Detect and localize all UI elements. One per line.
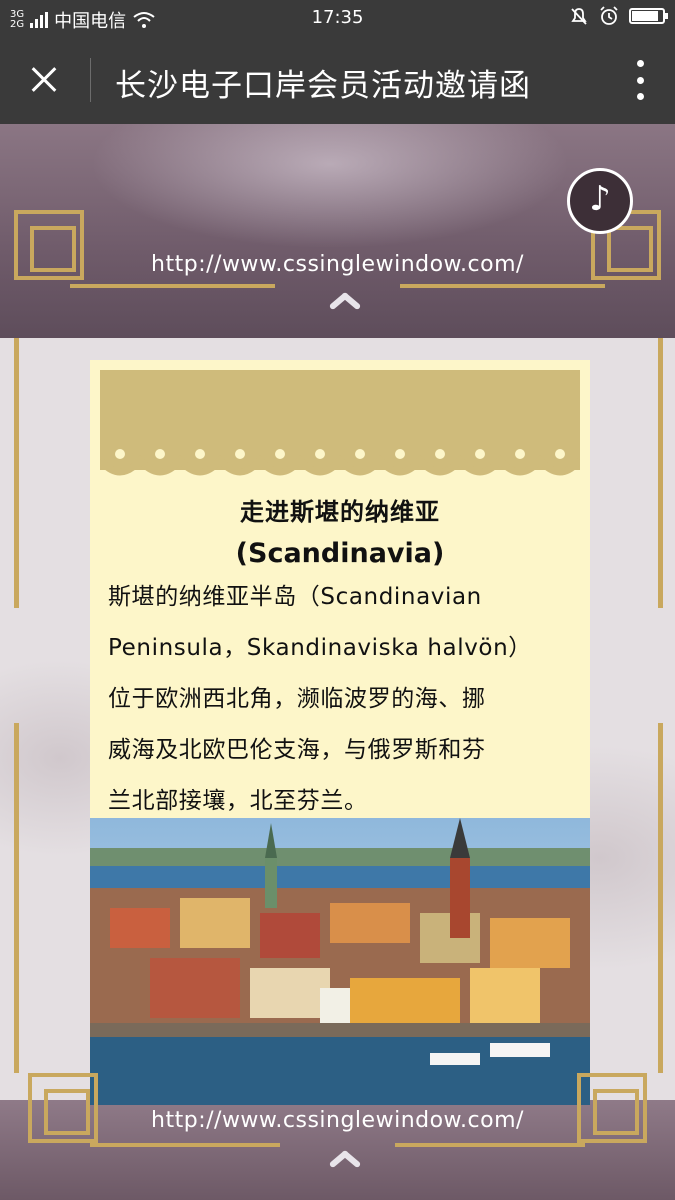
gold-bar-left-bottom (14, 723, 19, 1073)
gold-rule-left (70, 284, 275, 288)
website-url: http://www.cssinglewindow.com/ (151, 252, 524, 277)
close-icon[interactable] (22, 58, 66, 102)
music-toggle-icon[interactable]: ♪ (567, 168, 633, 234)
alarm-icon (600, 6, 618, 25)
card-body: 斯堪的纳维亚半岛（Scandinavian Peninsula，Skandina… (108, 572, 578, 827)
previous-page-panel[interactable]: ♪ http://www.cssinglewindow.com/ (0, 124, 675, 338)
cloud-pattern-ornament (100, 440, 580, 476)
gold-rule-bottom-left (90, 1143, 280, 1147)
chevron-up-icon[interactable] (328, 1148, 362, 1172)
stockholm-photo (90, 818, 590, 1105)
footer-url: http://www.cssinglewindow.com/ (151, 1108, 524, 1133)
gold-bar-left-top (14, 338, 19, 608)
gold-bar-right-bottom (658, 723, 663, 1073)
card-subtitle: (Scandinavia) (235, 538, 445, 569)
card-title: 走进斯堪的纳维亚 (240, 498, 440, 526)
status-right (569, 6, 668, 26)
silent-bell-icon (571, 8, 587, 25)
gold-rule-bottom-right (395, 1143, 585, 1147)
body-line: 斯堪的纳维亚半岛（Scandinavian (108, 584, 482, 610)
gold-bar-right-top (658, 338, 663, 608)
title-divider (90, 58, 91, 102)
status-bar: 3G 2G 中国电信 17:35 (0, 0, 675, 36)
content-card: 走进斯堪的纳维亚 (Scandinavia) 斯堪的纳维亚半岛（Scandina… (90, 360, 590, 1105)
chevron-up-icon[interactable] (328, 290, 362, 314)
body-line: 位于欧洲西北角，濒临波罗的海、挪 (108, 686, 486, 712)
body-line: Peninsula，Skandinaviska halvön） (108, 635, 532, 661)
body-line: 威海及北欧巴伦支海，与俄罗斯和芬 (108, 737, 486, 763)
title-bar: 长沙电子口岸会员活动邀请函 (0, 36, 675, 124)
gold-rule-right (400, 284, 605, 288)
battery-icon (629, 8, 668, 24)
more-options-icon[interactable] (635, 60, 645, 100)
battery-level (632, 11, 658, 21)
page-title: 长沙电子口岸会员活动邀请函 (115, 68, 531, 104)
invitation-page: 走进斯堪的纳维亚 (Scandinavia) 斯堪的纳维亚半岛（Scandina… (0, 338, 675, 1200)
